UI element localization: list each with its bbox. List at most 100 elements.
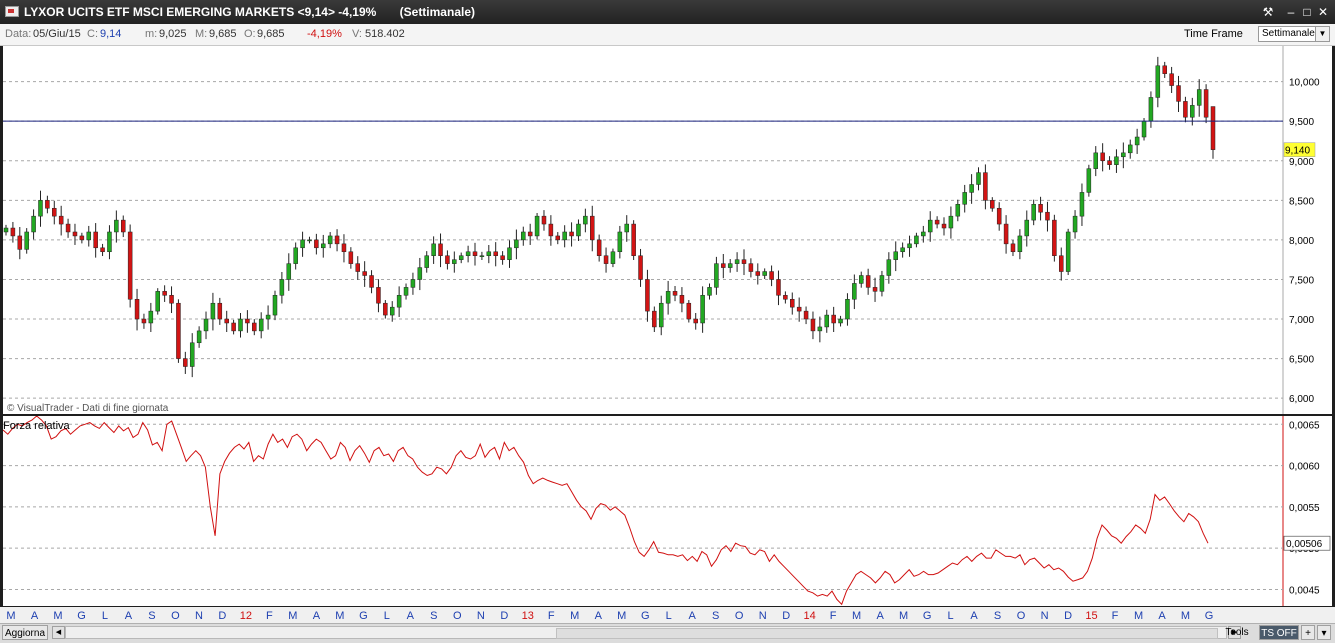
time-frame-value: Settimanale: [1262, 28, 1315, 39]
candle-body: [934, 219, 940, 225]
candle-body: [107, 231, 112, 253]
candle-body: [1190, 105, 1195, 118]
close-button[interactable]: ✕: [1315, 4, 1331, 20]
time-axis-label: A: [31, 610, 39, 622]
candle-body: [645, 279, 650, 312]
candle-body: [1045, 211, 1050, 221]
candle-body: [769, 271, 774, 280]
time-axis-label: A: [407, 610, 415, 622]
price-tick-label: 8,500: [1289, 196, 1314, 207]
candle-body: [652, 310, 657, 328]
candle-body: [1100, 152, 1105, 162]
time-axis-label: M: [617, 610, 626, 622]
time-axis-label: A: [970, 610, 978, 622]
candle-body: [162, 291, 167, 296]
candle-body: [762, 271, 767, 276]
candle-body: [707, 287, 712, 296]
candle-body: [824, 314, 830, 328]
time-axis-label: S: [430, 610, 437, 622]
price-tick-label: 7,000: [1289, 315, 1314, 326]
time-axis-label: G: [77, 610, 86, 622]
time-axis-label: F: [266, 610, 273, 622]
candle-body: [1155, 65, 1161, 98]
candle-body: [658, 302, 664, 328]
candle-body: [279, 279, 285, 296]
candle-body: [776, 279, 781, 296]
candle-body: [962, 192, 967, 205]
time-frame-select[interactable]: Settimanale ▼: [1258, 26, 1330, 42]
candle-body: [693, 318, 698, 324]
time-axis-label: N: [195, 610, 203, 622]
candle-body: [852, 283, 857, 300]
tools-button[interactable]: Tools: [1216, 625, 1258, 640]
candle-body: [507, 247, 512, 260]
price-chart[interactable]: 6,000 6,500 7,000 7,500 8,000 8,500 9,000 9,500…: [3, 46, 1332, 414]
maximize-button[interactable]: □: [1299, 4, 1315, 20]
candle-body: [714, 263, 719, 288]
candle-body: [1093, 152, 1098, 169]
time-axis-label: D: [500, 610, 508, 622]
candle-body: [569, 231, 574, 237]
time-axis-label: F: [830, 610, 837, 622]
candle-body: [1196, 89, 1202, 106]
candle-body: [976, 172, 981, 185]
relative-strength-chart[interactable]: 0,00450,00500,00550,00600,0065 0,00506 F…: [2, 415, 1332, 606]
candle-body: [1017, 235, 1023, 253]
menu-button[interactable]: ▾: [1317, 625, 1331, 640]
candle-body: [210, 302, 216, 320]
scroll-left-button[interactable]: ◀: [52, 626, 65, 639]
tools-icon[interactable]: ⚒: [1260, 4, 1276, 20]
time-axis-label: G: [923, 610, 932, 622]
price-tick-label: 9,000: [1289, 157, 1314, 168]
change-value: -4,19%: [307, 28, 342, 40]
candle-body: [458, 255, 464, 260]
candle-body: [79, 235, 85, 241]
time-axis-label: M: [1181, 610, 1190, 622]
candle-body: [1010, 243, 1016, 253]
candle-body: [1121, 152, 1126, 158]
minimize-button[interactable]: –: [1283, 4, 1299, 20]
candle-body: [479, 255, 485, 257]
refresh-button[interactable]: Aggiorna: [2, 625, 48, 640]
ts-off-button[interactable]: TS OFF: [1259, 625, 1299, 640]
time-axis-label: M: [852, 610, 861, 622]
candle-body: [217, 302, 223, 320]
add-button[interactable]: +: [1301, 625, 1315, 640]
indicator-title: Forza relativa: [3, 420, 71, 432]
time-axis-label: L: [666, 610, 672, 622]
candle-body: [438, 243, 443, 256]
time-axis: M A M G L A S O N D 12 F M A M G L A S O N D 13 F M A M G L A S O N D 14 F M…: [0, 607, 1335, 623]
candle-body: [383, 302, 388, 316]
chevron-down-icon: ▼: [1315, 27, 1329, 41]
time-axis-label: M: [570, 610, 579, 622]
time-axis-label: O: [1017, 610, 1026, 622]
scrollbar-thumb[interactable]: [556, 628, 1218, 639]
candle-body: [907, 243, 912, 249]
candle-body: [755, 271, 761, 276]
price-tick-label: 6,500: [1289, 355, 1314, 366]
time-axis-label: F: [548, 610, 555, 622]
time-axis-label: M: [1134, 610, 1143, 622]
candle-body: [858, 275, 864, 284]
candle-body: [734, 259, 740, 264]
candle-body: [445, 255, 450, 264]
time-scrollbar[interactable]: [65, 626, 1227, 639]
time-axis-label: L: [948, 610, 954, 622]
candle-body: [465, 251, 471, 256]
time-axis-label: D: [782, 610, 790, 622]
candle-body: [555, 235, 561, 241]
candle-body: [155, 291, 160, 312]
candle-body: [1107, 160, 1112, 165]
candle-body: [348, 251, 354, 264]
time-axis-label: A: [876, 610, 884, 622]
price-panel: 6,000 6,500 7,000 7,500 8,000 8,500 9,000 9,500…: [3, 46, 1332, 414]
candle-body: [293, 247, 298, 264]
candle-body: [500, 255, 505, 260]
time-axis-label: D: [218, 610, 226, 622]
candle-body: [31, 215, 36, 233]
time-axis-label: M: [335, 610, 344, 622]
title-bar: LYXOR UCITS ETF MSCI EMERGING MARKETS <9…: [0, 0, 1335, 24]
candle-body: [369, 275, 374, 288]
candle-body: [941, 223, 947, 229]
open-value: 9,685: [257, 28, 285, 40]
